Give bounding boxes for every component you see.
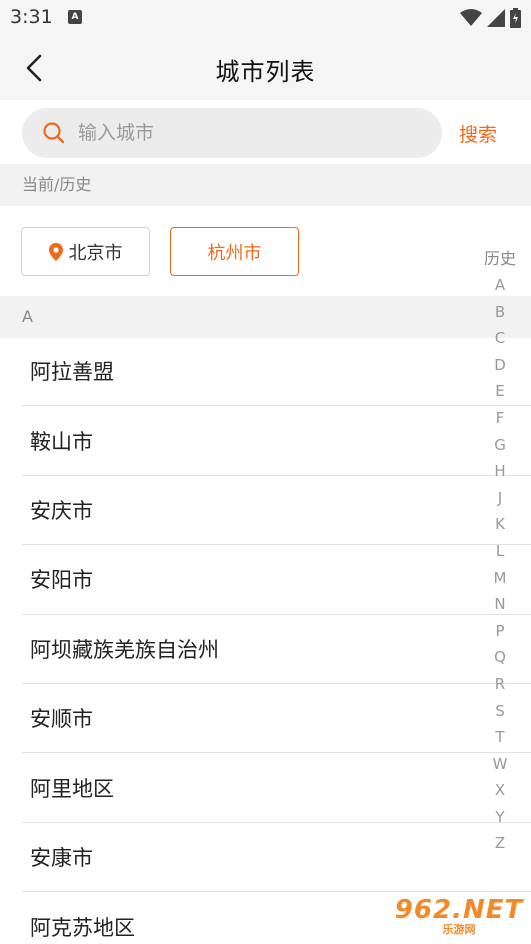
notification-icon: A [68,10,82,24]
index-letter[interactable]: X [476,777,524,804]
location-pin-icon [48,242,63,261]
index-letter[interactable]: D [476,352,524,379]
index-letter[interactable]: B [476,299,524,326]
history-city-chip[interactable]: 杭州市 [170,227,299,276]
index-letter[interactable]: R [476,671,524,698]
search-input[interactable] [78,122,398,144]
signal-icon [487,9,505,27]
city-list-item[interactable]: 安庆市 [22,476,531,546]
status-icons [460,8,521,28]
app-header: 城市列表 [0,36,531,100]
section-header-recent: 当前/历史 [0,164,531,206]
index-letter[interactable]: N [476,591,524,618]
city-list: 阿拉善盟 鞍山市 安庆市 安阳市 阿坝藏族羌族自治州 安顺市 阿里地区 安康市 … [0,337,531,944]
index-letter[interactable]: W [476,751,524,778]
watermark-sub: 乐游网 [442,923,476,936]
city-list-item[interactable]: 阿里地区 [22,753,531,823]
search-button[interactable]: 搜索 [459,120,497,147]
index-letter[interactable]: M [476,565,524,592]
battery-icon [510,8,521,28]
index-letter[interactable]: F [476,405,524,432]
index-letter[interactable]: G [476,432,524,459]
index-letter[interactable]: J [476,485,524,512]
city-list-item[interactable]: 安康市 [22,823,531,893]
index-letter[interactable]: T [476,724,524,751]
index-letter[interactable]: P [476,618,524,645]
city-list-item[interactable]: 安阳市 [22,545,531,615]
search-icon [42,121,66,145]
search-field[interactable] [22,108,442,158]
city-list-item[interactable]: 安顺市 [22,684,531,754]
current-city-chip[interactable]: 北京市 [21,227,150,276]
section-header-a: A [0,296,531,338]
search-bar: 搜索 [0,100,531,164]
recent-cities: 北京市 杭州市 [0,206,531,296]
status-time: 3:31 [10,6,53,28]
history-city-label: 杭州市 [207,242,262,264]
index-letter[interactable]: Q [476,644,524,671]
index-history[interactable]: 历史 [484,246,516,272]
index-letter[interactable]: A [476,272,524,299]
city-list-item[interactable]: 阿坝藏族羌族自治州 [22,615,531,684]
city-list-item[interactable]: 阿拉善盟 [22,337,531,407]
alphabet-index-bar[interactable]: 历史 A B C D E F G H J K L M N P Q R S T W… [476,246,524,857]
current-city-label: 北京市 [68,242,123,264]
index-letter[interactable]: S [476,698,524,725]
index-letter[interactable]: H [476,458,524,485]
status-bar: 3:31 A [0,0,531,36]
index-letter[interactable]: E [476,378,524,405]
index-letter[interactable]: L [476,538,524,565]
page-title: 城市列表 [215,58,316,86]
wifi-icon [460,9,482,26]
index-letter[interactable]: Y [476,804,524,831]
watermark-logo: 962.NET 乐游网 [392,893,526,939]
index-letter[interactable]: K [476,511,524,538]
city-list-item[interactable]: 鞍山市 [22,406,531,476]
index-letter[interactable]: C [476,325,524,352]
index-letter[interactable]: Z [476,830,524,857]
